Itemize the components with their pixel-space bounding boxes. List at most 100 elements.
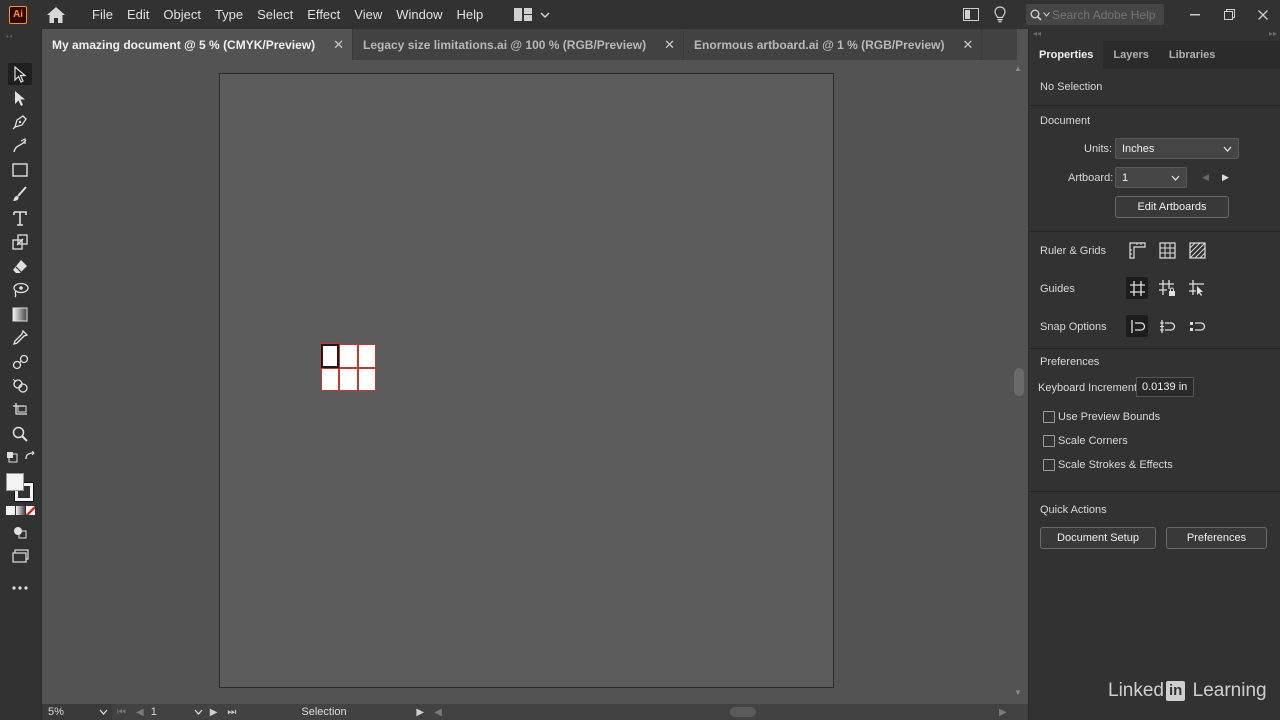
scroll-up-icon[interactable]: ▲ — [1014, 64, 1022, 73]
home-icon[interactable] — [45, 5, 67, 25]
mini-artboard[interactable] — [339, 344, 358, 368]
menu-help[interactable]: Help — [449, 0, 490, 29]
curvature-tool[interactable] — [8, 135, 32, 157]
menu-object[interactable]: Object — [156, 0, 208, 29]
direct-selection-tool[interactable] — [8, 87, 32, 109]
close-tab-icon[interactable]: ✕ — [333, 37, 344, 53]
scroll-right-icon[interactable]: ▶ — [999, 707, 1007, 718]
swap-colors-button[interactable] — [22, 449, 38, 465]
zoom-tool[interactable] — [8, 423, 32, 445]
status-menu-icon[interactable]: ▶ — [416, 707, 424, 718]
none-button[interactable] — [26, 506, 35, 515]
mini-artboard[interactable] — [321, 367, 340, 391]
next-artboard-icon[interactable]: ▶ — [210, 707, 218, 718]
grid-button[interactable] — [1156, 239, 1178, 261]
snap-to-pixel-button[interactable] — [1186, 315, 1208, 337]
panel-grip-icon[interactable]: •• — [6, 32, 14, 41]
keyboard-increment-input[interactable]: 0.0139 in — [1136, 377, 1194, 397]
gradient-button[interactable] — [16, 506, 25, 515]
chevron-down-icon — [1171, 175, 1180, 181]
units-select[interactable]: Inches — [1115, 138, 1239, 159]
artboard-select[interactable]: 1 — [1115, 167, 1187, 188]
restore-button[interactable] — [1212, 0, 1246, 29]
type-tool[interactable] — [8, 207, 32, 229]
gradient-tool[interactable] — [8, 303, 32, 325]
paintbrush-tool[interactable] — [8, 183, 32, 205]
rectangle-tool[interactable] — [8, 159, 32, 181]
use-preview-bounds-checkbox[interactable] — [1043, 411, 1055, 423]
previous-artboard-icon[interactable]: ◀ — [136, 707, 144, 718]
menu-file[interactable]: File — [85, 0, 120, 29]
tab-enormous-artboard[interactable]: Enormous artboard.ai @ 1 % (RGB/Preview)… — [684, 29, 983, 60]
scale-tool[interactable] — [8, 231, 32, 253]
edit-artboards-button[interactable]: Edit Artboards — [1115, 196, 1229, 218]
transparency-grid-button[interactable] — [1186, 239, 1208, 261]
document-setup-button[interactable]: Document Setup — [1040, 527, 1156, 549]
menu-edit[interactable]: Edit — [120, 0, 156, 29]
artboard-tool[interactable] — [8, 399, 32, 421]
artboard-grid[interactable] — [319, 343, 376, 391]
canvas-area[interactable] — [42, 60, 1010, 704]
preferences-button[interactable]: Preferences — [1166, 527, 1267, 549]
eraser-tool[interactable] — [8, 255, 32, 277]
search-help-field[interactable] — [1026, 4, 1164, 25]
default-colors-button[interactable] — [4, 449, 20, 465]
first-artboard-icon[interactable]: ⏮ — [117, 707, 126, 718]
snap-to-grid-button[interactable] — [1156, 315, 1178, 337]
scale-corners-checkbox[interactable] — [1043, 435, 1055, 447]
fill-stroke-widget[interactable] — [5, 471, 35, 502]
tab-libraries[interactable]: Libraries — [1159, 41, 1225, 69]
watermark-text-learning: Learning — [1187, 680, 1267, 701]
shape-builder-tool[interactable] — [8, 375, 32, 397]
scroll-down-icon[interactable]: ▼ — [1014, 688, 1022, 697]
blend-tool[interactable] — [8, 351, 32, 373]
rulers-button[interactable] — [1126, 239, 1148, 261]
screen-mode-button[interactable] — [8, 545, 32, 567]
previous-artboard-icon[interactable]: ◀ — [1202, 172, 1209, 183]
close-window-button[interactable] — [1246, 0, 1280, 29]
artboard[interactable] — [219, 73, 834, 688]
scale-strokes-effects-checkbox[interactable] — [1043, 459, 1055, 471]
search-input[interactable] — [1052, 7, 1162, 22]
show-guides-button[interactable] — [1126, 277, 1148, 299]
mini-artboard[interactable] — [339, 367, 358, 391]
draw-mode-button[interactable] — [8, 521, 32, 543]
zoom-select[interactable]: 5% — [42, 704, 112, 720]
menu-type[interactable]: Type — [208, 0, 250, 29]
menu-select[interactable]: Select — [250, 0, 300, 29]
close-tab-icon[interactable]: ✕ — [962, 37, 973, 53]
snap-to-point-button[interactable] — [1126, 315, 1148, 337]
menu-view[interactable]: View — [347, 0, 389, 29]
lock-guides-button[interactable] — [1156, 277, 1178, 299]
horizontal-scrollbar-thumb[interactable] — [730, 707, 756, 717]
vertical-scrollbar[interactable]: ▲ ▼ — [1010, 60, 1028, 704]
next-artboard-icon[interactable]: ▶ — [1222, 172, 1229, 183]
mini-artboard[interactable] — [357, 367, 376, 391]
arrange-documents-button[interactable] — [514, 8, 550, 21]
eyedropper-tool[interactable] — [8, 327, 32, 349]
tab-my-amazing-document[interactable]: My amazing document @ 5 % (CMYK/Preview)… — [42, 29, 353, 60]
lasso-tool[interactable] — [8, 279, 32, 301]
close-tab-icon[interactable]: ✕ — [664, 37, 675, 53]
menu-window[interactable]: Window — [389, 0, 449, 29]
pen-tool[interactable] — [8, 111, 32, 133]
menu-effect[interactable]: Effect — [300, 0, 347, 29]
edit-toolbar-button[interactable] — [8, 577, 32, 599]
tab-properties[interactable]: Properties — [1029, 41, 1104, 69]
tab-legacy-size-limitations[interactable]: Legacy size limitations.ai @ 100 % (RGB/… — [353, 29, 685, 60]
tab-layers[interactable]: Layers — [1103, 41, 1158, 69]
mini-artboard[interactable] — [357, 344, 376, 368]
lightbulb-icon[interactable] — [988, 0, 1012, 29]
scroll-left-icon[interactable]: ◀ — [434, 707, 442, 718]
scrollbar-thumb[interactable] — [1014, 368, 1024, 396]
last-artboard-icon[interactable]: ⏭ — [227, 707, 236, 718]
panel-toggle-icon[interactable] — [954, 0, 988, 29]
mini-artboard[interactable] — [319, 343, 341, 369]
panel-collapse-bar[interactable]: ◂◂ ▸▸ — [1029, 29, 1280, 39]
minimize-button[interactable] — [1178, 0, 1212, 29]
selection-tool[interactable] — [8, 63, 32, 85]
fill-swatch[interactable] — [6, 473, 24, 491]
smart-guides-button[interactable] — [1186, 277, 1208, 299]
color-button[interactable] — [6, 506, 15, 515]
artboard-navigation-select[interactable]: 1 — [149, 704, 205, 720]
